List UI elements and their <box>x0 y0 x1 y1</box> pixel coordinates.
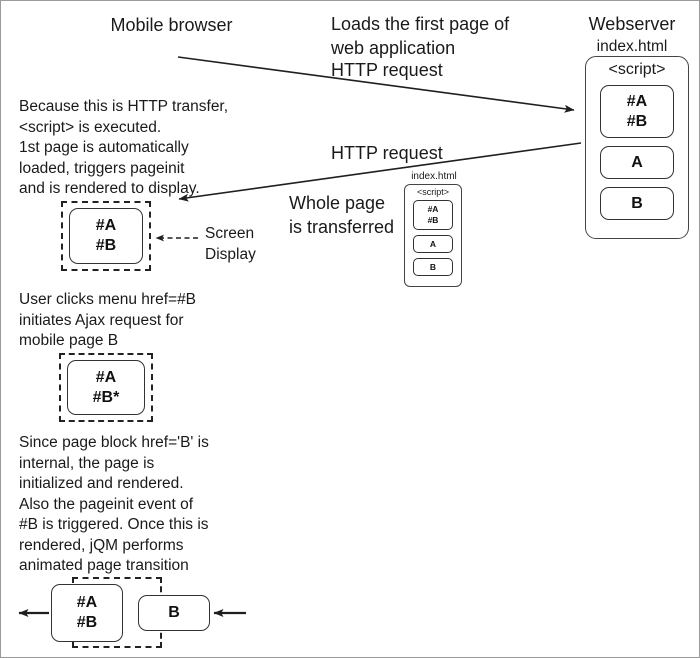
transition-page-out-line2: #B <box>76 614 98 631</box>
screen-page-line2: #B <box>95 237 117 254</box>
paragraph-http-transfer: Because this is HTTP transfer, <script> … <box>19 98 229 197</box>
transferred-block-a: A <box>413 235 453 253</box>
webserver-container: <script> #A #B A B <box>585 56 689 239</box>
transferred-block-ab: #A #B <box>413 200 453 230</box>
screen-page-line1: #A <box>95 217 117 234</box>
transition-page-out-line1: #A <box>76 594 98 611</box>
webserver-block-ab-line2: #B <box>626 112 648 130</box>
screen-page-line2: #B* <box>92 388 120 406</box>
webserver-block-a: A <box>600 146 674 179</box>
paragraph-user-clicks-menu: User clicks menu href=#B initiates Ajax … <box>19 291 197 349</box>
webserver-block-ab-line1: #A <box>626 92 648 110</box>
webserver-block-a-line1: A <box>631 153 643 171</box>
diagram-canvas: Mobile browser Webserver index.html Load… <box>0 0 700 658</box>
arrow-right-icon <box>177 56 575 113</box>
webserver-script-label: <script> <box>608 61 666 78</box>
transferred-page-caption: index.html <box>411 171 457 182</box>
transferred-block-ab-line2: #B <box>427 215 439 225</box>
webserver-block-ab: #A #B <box>600 85 674 138</box>
arrow-left-icon <box>178 142 582 202</box>
screen-page-box-1: #A #B <box>69 208 143 264</box>
webserver-block-b-line1: B <box>631 194 643 212</box>
screen-page-box-2: #A #B* <box>67 360 145 415</box>
transition-page-in: B <box>138 595 210 631</box>
transition-page-out: #A #B <box>51 584 123 642</box>
transferred-page-container: <script> #A #B A B <box>404 184 462 287</box>
transferred-block-a-line1: A <box>429 238 437 249</box>
transition-page-in-line1: B <box>168 604 180 621</box>
transferred-block-ab-line1: #A <box>427 204 439 214</box>
transferred-block-b: B <box>413 258 453 276</box>
transferred-block-b-line1: B <box>429 261 437 272</box>
transferred-page-script-label: <script> <box>416 187 449 197</box>
paragraph-page-block-internal: Since page block href='B' is internal, t… <box>19 434 209 574</box>
label-screen-display: Screen Display <box>205 225 256 263</box>
screen-page-line1: #A <box>95 368 117 386</box>
webserver-block-b: B <box>600 187 674 220</box>
